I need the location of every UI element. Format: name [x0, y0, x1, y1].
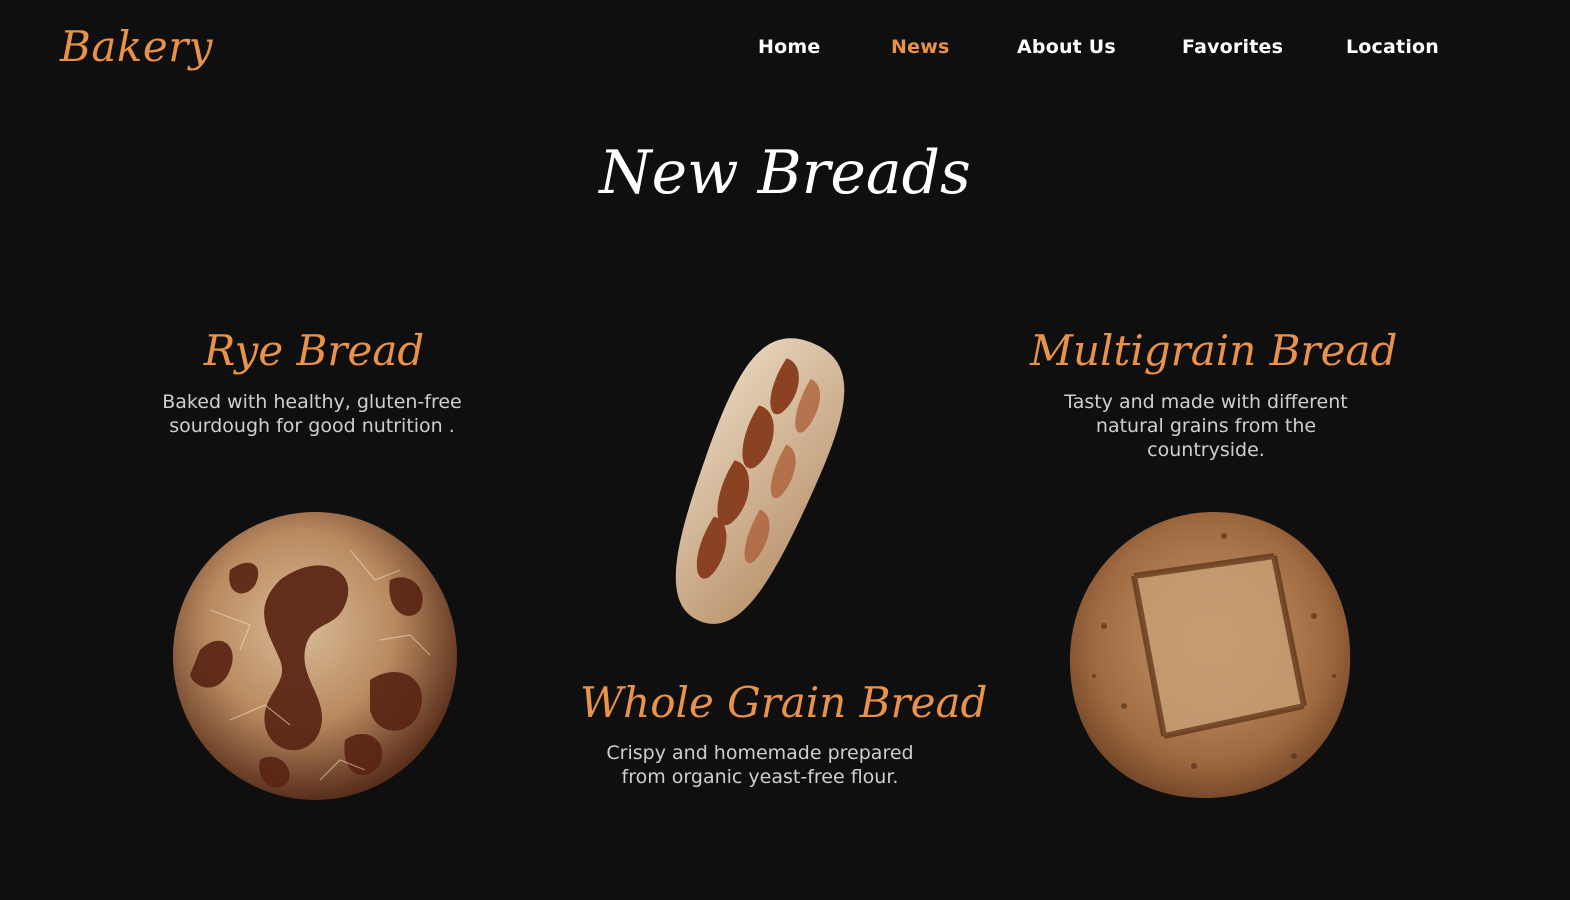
multigrain-bread-description: Tasty and made with different natural gr…	[1064, 391, 1348, 461]
multigrain-bread-title: Multigrain Bread	[1030, 326, 1398, 375]
section-title: New Breads	[599, 138, 971, 208]
rye-bread-title: Rye Bread	[203, 326, 425, 375]
nav-item-about-us[interactable]: About Us	[1017, 36, 1116, 58]
nav-item-favorites[interactable]: Favorites	[1182, 36, 1283, 58]
rye-bread-image	[173, 512, 457, 800]
nav-item-location[interactable]: Location	[1346, 36, 1439, 58]
rye-bread-description: Baked with healthy, gluten-free sourdoug…	[162, 391, 462, 437]
whole-grain-bread-description: Crispy and homemade prepared from organi…	[606, 742, 914, 788]
nav-item-home[interactable]: Home	[758, 36, 820, 58]
multigrain-bread-image	[1069, 511, 1351, 798]
whole-grain-bread-title: Whole Grain Bread	[580, 678, 988, 727]
whole-grain-bread-image	[675, 338, 845, 624]
main-navigation: Home News About Us Favorites Location	[0, 36, 1570, 66]
nav-item-news[interactable]: News	[891, 36, 949, 58]
